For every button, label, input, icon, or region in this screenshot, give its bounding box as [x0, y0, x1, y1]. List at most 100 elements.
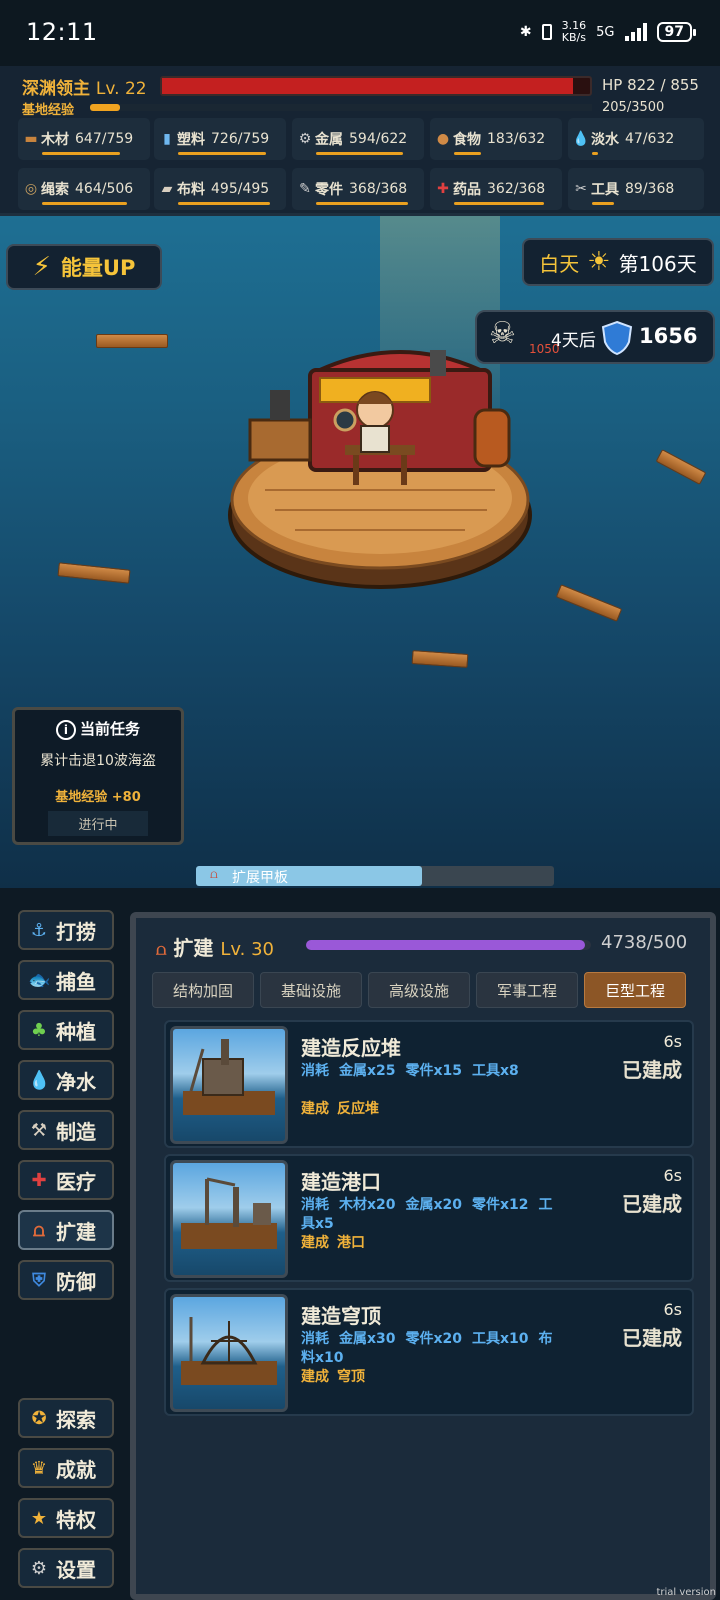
clock: 12:11: [26, 18, 98, 46]
card-time: 6s: [663, 1300, 682, 1319]
pirate-eta: 4天后: [551, 331, 596, 351]
resource-rope[interactable]: ◎ 绳索 464/506: [18, 168, 150, 210]
cost-item: 木材x20: [339, 1197, 396, 1213]
tab-structure[interactable]: 结构加固: [152, 972, 254, 1008]
resource-water[interactable]: 💧 淡水 47/632: [568, 118, 704, 160]
resource-label: 布料: [177, 182, 205, 198]
cost-prefix: 消耗: [301, 1063, 329, 1079]
resource-bar: [178, 152, 267, 155]
side-item-medical[interactable]: ✚ 医疗: [18, 1160, 114, 1200]
resource-value: 594/622: [349, 131, 408, 147]
tab-advanced[interactable]: 高级设施: [368, 972, 470, 1008]
status-bar: 12:11 ✱ 3.16 KB/s 5G 97: [0, 0, 720, 66]
water-drop-icon: 💧: [572, 131, 590, 147]
tab-infrastructure[interactable]: 基础设施: [260, 972, 362, 1008]
signal-icon: [624, 23, 647, 41]
harbor-image: [170, 1160, 288, 1278]
card-status: 已建成: [622, 1326, 682, 1350]
quest-panel[interactable]: i 当前任务 累计击退10波海盗 基地经验 +80 进行中: [12, 707, 184, 845]
resource-cloth[interactable]: ▰ 布料 495/495: [154, 168, 286, 210]
card-name: 建造反应堆: [301, 1036, 401, 1060]
energy-up-button[interactable]: ⚡ 能量UP: [6, 244, 162, 290]
card-status: 已建成: [622, 1192, 682, 1216]
card-status: 已建成: [622, 1058, 682, 1082]
tab-mega[interactable]: 巨型工程: [584, 972, 686, 1008]
card-cost: 消耗 金属x25 零件x15 工具x8: [301, 1062, 561, 1081]
gear-icon: ⚙: [30, 1557, 48, 1579]
net-speed-unit: KB/s: [561, 31, 586, 44]
resource-plastic[interactable]: ▮ 塑料 726/759: [154, 118, 286, 160]
gate-icon: ⩍: [33, 1219, 45, 1241]
sun-icon: ☀: [587, 247, 611, 277]
resource-food[interactable]: ● 食物 183/632: [430, 118, 562, 160]
resource-value: 89/368: [625, 181, 675, 197]
shield-icon: [601, 320, 633, 356]
cost-item: 金属x20: [405, 1197, 463, 1213]
card-time: 6s: [663, 1032, 682, 1051]
side-item-planting[interactable]: ♣ 种植: [18, 1010, 114, 1050]
resource-bar: [42, 152, 121, 155]
pirate-warning[interactable]: ☠ 1050 4天后 1656: [475, 310, 715, 364]
resource-label: 食物: [453, 132, 481, 148]
reactor-image: [170, 1026, 288, 1144]
resource-tools[interactable]: ✂ 工具 89/368: [568, 168, 704, 210]
resource-medicine[interactable]: ✚ 药品 362/368: [430, 168, 562, 210]
result-item: 港口: [337, 1235, 365, 1251]
raft-base[interactable]: [225, 340, 535, 600]
gate-icon: ⩍: [156, 940, 167, 959]
side-item-label: 净水: [56, 1069, 96, 1094]
resource-label: 塑料: [177, 132, 205, 148]
day-phase: 白天: [539, 251, 580, 276]
side-item-explore[interactable]: ✪ 探索: [18, 1398, 114, 1438]
build-panel-title: ⩍ 扩建 Lv. 30: [156, 932, 274, 961]
status-icons: ✱ 3.16 KB/s 5G 97: [520, 20, 697, 44]
card-result: 建成 港口: [301, 1232, 373, 1252]
trophy-icon: ♛: [30, 1457, 48, 1479]
water-drop-icon: 💧: [28, 1069, 51, 1091]
build-card-reactor[interactable]: 建造反应堆 消耗 金属x25 零件x15 工具x8 建成 反应堆 6s 已建成: [164, 1020, 694, 1148]
hp-fill: [162, 78, 573, 94]
side-item-salvage[interactable]: ⚓ 打捞: [18, 910, 114, 950]
side-item-label: 打捞: [56, 919, 96, 944]
resource-bar: [592, 202, 615, 205]
net-speed: 3.16 KB/s: [562, 20, 587, 44]
wrench-icon: ✂: [575, 181, 587, 197]
resource-parts[interactable]: ✎ 零件 368/368: [292, 168, 424, 210]
side-item-defense[interactable]: ⛨ 防御: [18, 1260, 114, 1300]
resource-label: 工具: [591, 182, 619, 198]
card-cost: 消耗 金属x30 零件x20 工具x10 布料x10: [301, 1330, 561, 1368]
resource-value: 47/632: [625, 131, 675, 147]
side-item-purify[interactable]: 💧 净水: [18, 1060, 114, 1100]
cost-item: 零件x12: [472, 1197, 529, 1213]
side-item-achievements[interactable]: ♛ 成就: [18, 1448, 114, 1488]
expand-progress-fill: [196, 866, 422, 886]
floating-plank[interactable]: [96, 334, 168, 348]
resource-metal[interactable]: ⚙ 金属 594/622: [292, 118, 424, 160]
resource-label: 淡水: [591, 132, 619, 148]
build-card-harbor[interactable]: 建造港口 消耗 木材x20 金属x20 零件x12 工具x5 建成 港口 6s 已建成: [164, 1154, 694, 1282]
card-name: 建造港口: [301, 1170, 381, 1194]
side-item-label: 设置: [56, 1557, 96, 1582]
side-item-label: 医疗: [56, 1169, 96, 1194]
cost-prefix: 消耗: [301, 1197, 329, 1213]
side-item-fishing[interactable]: 🐟 捕鱼: [18, 960, 114, 1000]
resource-wood[interactable]: ▬ 木材 647/759: [18, 118, 150, 160]
side-item-label: 成就: [56, 1457, 96, 1482]
lightning-icon: ⚡: [32, 252, 51, 282]
tab-military[interactable]: 军事工程: [476, 972, 578, 1008]
cost-prefix: 消耗: [301, 1331, 329, 1347]
exp-bar: [90, 104, 592, 111]
food-icon: ●: [436, 131, 450, 147]
resource-value: 726/759: [211, 131, 270, 147]
sprout-icon: ♣: [30, 1019, 48, 1041]
resource-label: 木材: [41, 132, 69, 148]
resource-value: 495/495: [211, 181, 270, 197]
side-item-craft[interactable]: ⚒ 制造: [18, 1110, 114, 1150]
side-item-settings[interactable]: ⚙ 设置: [18, 1548, 114, 1588]
quest-title-text: 当前任务: [79, 720, 140, 738]
side-item-privileges[interactable]: ★ 特权: [18, 1498, 114, 1538]
side-item-expand[interactable]: ⩍ 扩建: [18, 1210, 114, 1250]
build-card-dome[interactable]: 建造穹顶 消耗 金属x30 零件x20 工具x10 布料x10 建成 穹顶 6s 已建成: [164, 1288, 694, 1416]
sim-icon: [541, 24, 552, 40]
build-progress-text: 4738/500: [601, 932, 688, 953]
